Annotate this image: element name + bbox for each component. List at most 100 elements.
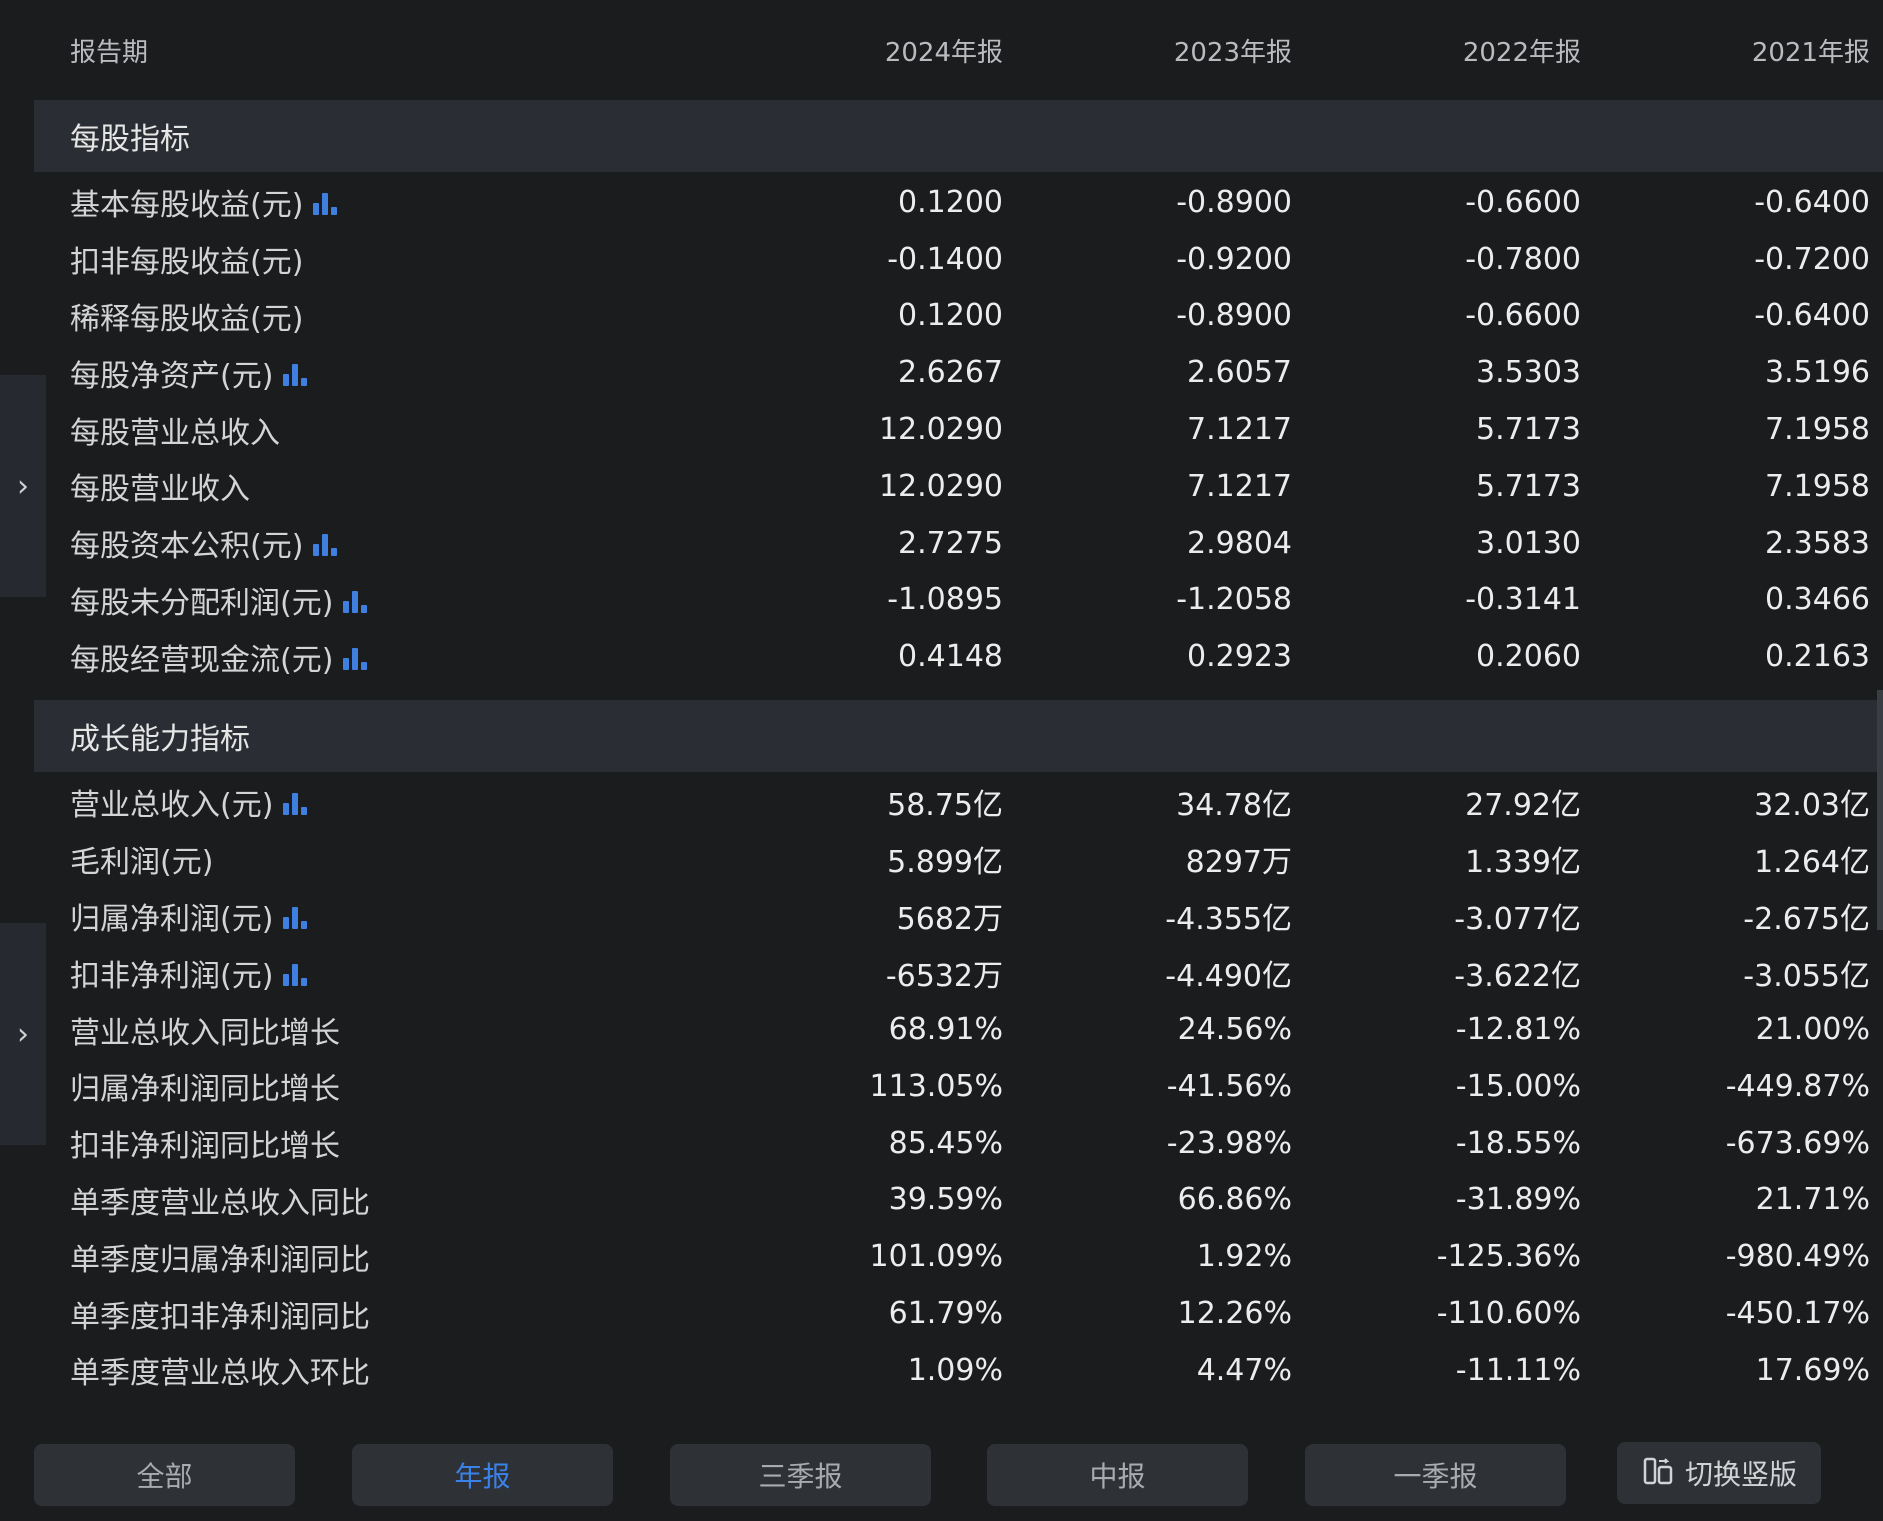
table-row[interactable]: 每股经营现金流(元) 0.4148 0.2923 0.2060 0.2163 (34, 628, 1883, 685)
row-value: 3.0130 (1476, 525, 1581, 561)
table-row[interactable]: 归属净利润同比增长 113.05% -41.56% -15.00% -449.87% (34, 1058, 1883, 1115)
row-value: 2.6057 (1187, 355, 1292, 391)
table-row[interactable]: 毛利润(元) 5.899亿 8297万 1.339亿 1.264亿 (34, 831, 1883, 888)
side-expand-tab-2[interactable]: › (0, 923, 46, 1145)
tab-annual[interactable]: 年报 (352, 1444, 613, 1506)
row-value: -12.81% (1455, 1012, 1581, 1048)
row-value: 85.45% (888, 1125, 1003, 1161)
row-value: 2.6267 (898, 355, 1003, 391)
table-row[interactable]: 每股净资产(元) 2.6267 2.6057 3.5303 3.5196 (34, 344, 1883, 401)
row-value: 7.1217 (1187, 468, 1292, 504)
row-value: 2.7275 (898, 525, 1003, 561)
bar-chart-icon[interactable] (311, 189, 341, 216)
table-row[interactable]: 扣非净利润(元) -6532万 -4.490亿 -3.622亿 -3.055亿 (34, 944, 1883, 1001)
row-label: 扣非每股收益(元) (34, 237, 714, 281)
section-per-share-rows: 基本每股收益(元) 0.1200 -0.8900 -0.6600 -0.6400 扣非每股… (34, 174, 1883, 685)
row-label-text: 每股净资产(元) (70, 358, 274, 394)
row-label: 基本每股收益(元) (34, 180, 714, 224)
row-value: -6532万 (885, 958, 1003, 994)
table-row[interactable]: 每股营业总收入 12.0290 7.1217 5.7173 7.1958 (34, 401, 1883, 458)
row-value: 0.1200 (898, 184, 1003, 220)
table-row[interactable]: 单季度扣非净利润同比 61.79% 12.26% -110.60% -450.17% (34, 1285, 1883, 1342)
row-label: 每股未分配利润(元) (34, 578, 714, 622)
row-label: 扣非净利润同比增长 (34, 1121, 714, 1165)
table-row[interactable]: 单季度营业总收入同比 39.59% 66.86% -31.89% 21.71% (34, 1172, 1883, 1229)
table-row[interactable]: 每股营业收入 12.0290 7.1217 5.7173 7.1958 (34, 458, 1883, 515)
row-value: 32.03亿 (1754, 788, 1870, 824)
table-row[interactable]: 归属净利润(元) 5682万 -4.355亿 -3.077亿 -2.675亿 (34, 888, 1883, 945)
tab-all[interactable]: 全部 (34, 1444, 295, 1506)
header-period-2023[interactable]: 2023年报 (1003, 32, 1292, 69)
row-value: -0.3141 (1465, 582, 1581, 618)
row-value: 4.47% (1196, 1352, 1292, 1388)
chevron-right-icon: › (17, 1016, 29, 1052)
table-row[interactable]: 营业总收入(元) 58.75亿 34.78亿 27.92亿 32.03亿 (34, 774, 1883, 831)
row-value: -0.6400 (1754, 184, 1870, 220)
row-label-text: 每股资本公积(元) (70, 529, 304, 565)
section-growth-rows: 营业总收入(元) 58.75亿 34.78亿 27.92亿 32.03亿 毛利润(元) 5.… (34, 774, 1883, 1399)
row-label-text: 稀释每股收益(元) (70, 301, 304, 337)
row-label: 单季度扣非净利润同比 (34, 1292, 714, 1336)
bar-chart-icon[interactable] (311, 530, 341, 557)
row-value: 21.71% (1755, 1182, 1870, 1218)
row-value: -673.69% (1725, 1125, 1870, 1161)
row-value: 68.91% (888, 1012, 1003, 1048)
row-value: -1.2058 (1176, 582, 1292, 618)
layout-switch-icon (1641, 1453, 1675, 1494)
bar-chart-icon[interactable] (281, 360, 311, 386)
bar-chart-icon[interactable] (341, 587, 371, 613)
switch-orientation-button[interactable]: 切换竖版 (1617, 1442, 1821, 1504)
header-period-2024[interactable]: 2024年报 (714, 32, 1003, 69)
table-row[interactable]: 单季度归属净利润同比 101.09% 1.92% -125.36% -980.49% (34, 1228, 1883, 1285)
row-value: -0.6400 (1754, 298, 1870, 334)
row-value: 101.09% (869, 1239, 1003, 1275)
row-value: -110.60% (1436, 1296, 1581, 1332)
header-period-2021[interactable]: 2021年报 (1581, 32, 1870, 69)
row-label-text: 每股营业总收入 (70, 415, 280, 451)
table-row[interactable]: 扣非净利润同比增长 85.45% -23.98% -18.55% -673.69% (34, 1115, 1883, 1172)
report-type-tabbar: 全部 年报 三季报 中报 一季报 切换竖版 (0, 1428, 1883, 1521)
tab-midyear[interactable]: 中报 (987, 1444, 1248, 1506)
table-row[interactable]: 单季度营业总收入环比 1.09% 4.47% -11.11% 17.69% (34, 1342, 1883, 1399)
header-period-2022[interactable]: 2022年报 (1292, 32, 1581, 69)
bar-chart-icon[interactable] (281, 960, 311, 986)
table-row[interactable]: 每股未分配利润(元) -1.0895 -1.2058 -0.3141 0.3466 (34, 572, 1883, 629)
row-label-text: 每股营业收入 (70, 472, 250, 508)
bar-chart-icon[interactable] (341, 644, 371, 670)
row-label: 每股资本公积(元) (34, 521, 714, 565)
row-value: 0.1200 (898, 298, 1003, 334)
row-value: 5.899亿 (887, 845, 1003, 881)
table-row[interactable]: 基本每股收益(元) 0.1200 -0.8900 -0.6600 -0.6400 (34, 174, 1883, 231)
section-title-growth: 成长能力指标 (34, 700, 1883, 772)
row-value: 21.00% (1755, 1012, 1870, 1048)
table-header: 报告期 2024年报 2023年报 2022年报 2021年报 (34, 0, 1883, 100)
row-value: 0.2163 (1765, 639, 1870, 675)
row-value: 39.59% (888, 1182, 1003, 1218)
bar-chart-icon[interactable] (281, 789, 311, 816)
table-row[interactable]: 稀释每股收益(元) 0.1200 -0.8900 -0.6600 -0.6400 (34, 288, 1883, 345)
row-value: -15.00% (1455, 1068, 1581, 1104)
row-label-text: 扣非净利润(元) (70, 958, 274, 994)
row-label: 每股营业收入 (34, 464, 714, 508)
row-value: -0.7200 (1754, 241, 1870, 277)
table-row[interactable]: 每股资本公积(元) 2.7275 2.9804 3.0130 2.3583 (34, 515, 1883, 572)
row-value: 0.2923 (1187, 639, 1292, 675)
row-label: 稀释每股收益(元) (34, 294, 714, 338)
side-expand-tab-1[interactable]: › (0, 375, 46, 597)
row-value: 12.0290 (878, 468, 1003, 504)
row-label: 每股净资产(元) (34, 351, 714, 395)
row-value: 34.78亿 (1176, 788, 1292, 824)
row-value: -3.622亿 (1454, 958, 1581, 994)
table-row[interactable]: 扣非每股收益(元) -0.1400 -0.9200 -0.7800 -0.7200 (34, 231, 1883, 288)
tab-q3[interactable]: 三季报 (670, 1444, 931, 1506)
bar-chart-icon[interactable] (281, 903, 311, 929)
table-row[interactable]: 营业总收入同比增长 68.91% 24.56% -12.81% 21.00% (34, 1001, 1883, 1058)
scrollbar[interactable] (1877, 690, 1883, 930)
tab-q1[interactable]: 一季报 (1305, 1444, 1566, 1506)
row-label-text: 扣非净利润同比增长 (70, 1129, 340, 1165)
row-label-text: 营业总收入(元) (70, 788, 274, 824)
row-label-text: 基本每股收益(元) (70, 188, 304, 224)
row-label: 每股营业总收入 (34, 408, 714, 452)
row-value: 2.3583 (1765, 525, 1870, 561)
row-label: 营业总收入(元) (34, 780, 714, 824)
